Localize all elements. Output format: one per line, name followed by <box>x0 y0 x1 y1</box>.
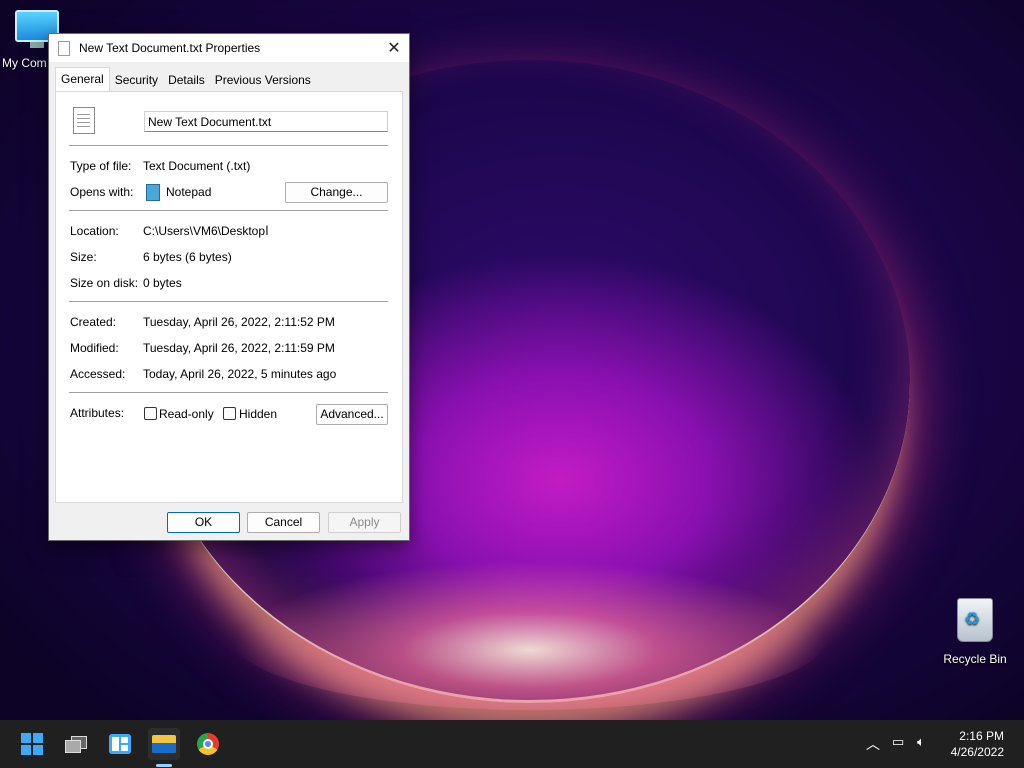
recycle-bin-icon: ♻ <box>957 598 993 642</box>
chrome-icon <box>197 733 219 755</box>
size-label: Size: <box>70 250 97 264</box>
modified-label: Modified: <box>70 341 119 355</box>
general-panel: New Text Document.txt Type of file: Text… <box>55 91 403 503</box>
dialog-titlebar[interactable]: New Text Document.txt Properties ✕ <box>49 34 409 62</box>
close-icon: ✕ <box>387 40 401 57</box>
hidden-label[interactable]: Hidden <box>239 407 277 421</box>
folder-icon <box>152 735 176 753</box>
document-icon <box>58 40 70 56</box>
read-only-label[interactable]: Read-only <box>159 407 214 421</box>
widgets-button[interactable] <box>104 728 136 760</box>
hidden-checkbox[interactable] <box>223 407 236 420</box>
file-name-input[interactable]: New Text Document.txt <box>144 111 388 132</box>
size-on-disk-value: 0 bytes <box>143 276 182 290</box>
divider <box>69 301 388 302</box>
clock-time: 2:16 PM <box>959 729 1004 743</box>
read-only-checkbox[interactable] <box>144 407 157 420</box>
wallpaper-glow <box>230 560 830 710</box>
accessed-label: Accessed: <box>70 367 126 381</box>
tab-strip: General Security Details Previous Versio… <box>55 67 316 92</box>
notepad-icon <box>146 184 160 201</box>
widgets-icon <box>109 734 131 754</box>
task-view-icon <box>65 736 87 753</box>
size-on-disk-label: Size on disk: <box>70 276 139 290</box>
windows-icon <box>21 733 43 755</box>
tab-security[interactable]: Security <box>110 69 163 91</box>
system-clock[interactable]: 2:16 PM 4/26/2022 <box>951 728 1004 760</box>
network-icon[interactable]: ▭ <box>892 734 904 750</box>
modified-value: Tuesday, April 26, 2022, 2:11:59 PM <box>143 341 335 355</box>
accessed-value: Today, April 26, 2022, 5 minutes ago <box>143 367 337 381</box>
cancel-button[interactable]: Cancel <box>247 512 320 533</box>
volume-icon[interactable]: 🔈︎ <box>917 734 925 750</box>
properties-dialog: New Text Document.txt Properties ✕ Gener… <box>48 33 410 541</box>
divider <box>69 210 388 211</box>
attributes-label: Attributes: <box>70 406 125 420</box>
divider <box>69 392 388 393</box>
tab-general[interactable]: General <box>55 67 110 92</box>
desktop-icon-recycle-bin[interactable]: ♻ Recycle Bin <box>940 598 1010 666</box>
active-app-indicator <box>156 764 172 767</box>
start-button[interactable] <box>16 728 48 760</box>
taskbar: ︿ ▭ 🔈︎ 2:16 PM 4/26/2022 <box>0 720 1024 768</box>
location-value[interactable]: C:\Users\VM6\Desktop <box>143 224 265 238</box>
apply-button[interactable]: Apply <box>328 512 401 533</box>
close-button[interactable]: ✕ <box>379 34 409 62</box>
created-value: Tuesday, April 26, 2022, 2:11:52 PM <box>143 315 335 329</box>
tab-details[interactable]: Details <box>163 69 210 91</box>
tab-previous-versions[interactable]: Previous Versions <box>210 69 316 91</box>
text-cursor-icon: I <box>265 222 269 238</box>
divider <box>69 145 388 146</box>
chrome-button[interactable] <box>192 728 224 760</box>
created-label: Created: <box>70 315 117 329</box>
advanced-button[interactable]: Advanced... <box>316 404 388 425</box>
desktop-icon-label: Recycle Bin <box>943 652 1007 666</box>
opens-with-label: Opens with: <box>70 185 134 199</box>
clock-date: 4/26/2022 <box>950 745 1004 759</box>
text-file-icon <box>73 107 95 134</box>
show-hidden-icons-chevron[interactable]: ︿ <box>866 734 880 754</box>
size-value: 6 bytes (6 bytes) <box>143 250 232 264</box>
task-view-button[interactable] <box>60 728 92 760</box>
ok-button[interactable]: OK <box>167 512 240 533</box>
type-of-file-label: Type of file: <box>70 159 132 173</box>
dialog-title: New Text Document.txt Properties <box>79 41 261 55</box>
file-explorer-button[interactable] <box>148 728 180 760</box>
change-button[interactable]: Change... <box>285 182 388 203</box>
location-label: Location: <box>70 224 119 238</box>
opens-with-value: Notepad <box>166 185 212 199</box>
type-of-file-value: Text Document (.txt) <box>143 159 251 173</box>
